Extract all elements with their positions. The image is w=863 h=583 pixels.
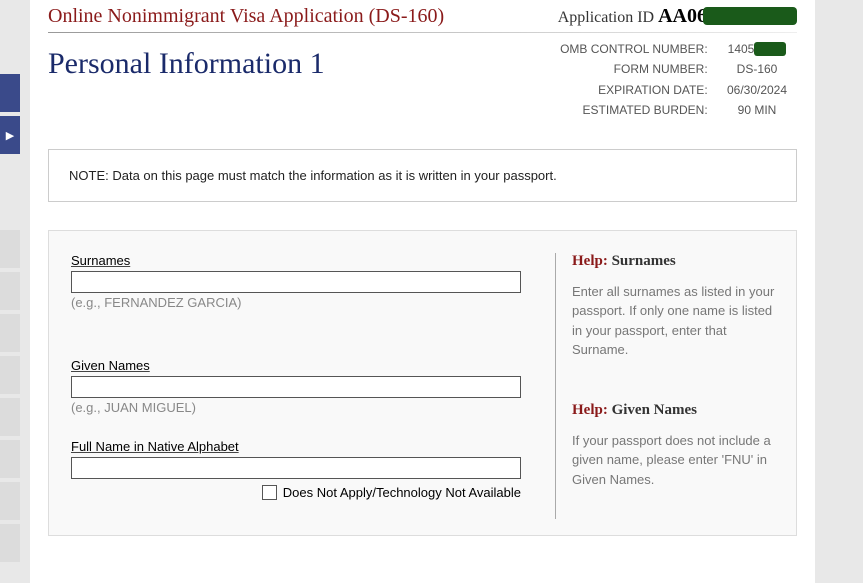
note-box: NOTE: Data on this page must match the i… bbox=[48, 149, 797, 202]
sidebar-tab[interactable] bbox=[0, 356, 20, 394]
form-metadata: OMB CONTROL NUMBER: 1405 FORM NUMBER: DS… bbox=[538, 39, 797, 121]
redaction-block bbox=[703, 7, 797, 25]
native-name-label: Full Name in Native Alphabet bbox=[71, 439, 539, 454]
surnames-label: Surnames bbox=[71, 253, 539, 268]
help-text-surnames: Enter all surnames as listed in your pas… bbox=[572, 282, 780, 360]
surnames-input[interactable] bbox=[71, 271, 521, 293]
given-names-hint: (e.g., JUAN MIGUEL) bbox=[71, 400, 539, 415]
sidebar-tab[interactable] bbox=[0, 272, 20, 310]
does-not-apply-label: Does Not Apply/Technology Not Available bbox=[283, 485, 521, 500]
section-title: Personal Information 1 bbox=[48, 39, 325, 81]
sidebar-tab[interactable] bbox=[0, 230, 20, 268]
help-heading-surnames: Help: Surnames bbox=[572, 253, 780, 270]
omb-value: 1405 bbox=[717, 39, 797, 59]
sidebar-tab[interactable] bbox=[0, 314, 20, 352]
sidebar-tab-arrow[interactable]: ▶ bbox=[0, 116, 20, 154]
omb-label: OMB CONTROL NUMBER: bbox=[538, 39, 708, 59]
divider bbox=[48, 32, 797, 33]
help-text-given: If your passport does not include a give… bbox=[572, 431, 780, 490]
help-heading-given: Help: Given Names bbox=[572, 402, 780, 419]
form-number-value: DS-160 bbox=[717, 59, 797, 79]
form-number-label: FORM NUMBER: bbox=[538, 59, 708, 79]
application-id-label: Application ID bbox=[558, 9, 654, 26]
sidebar-tab[interactable] bbox=[0, 482, 20, 520]
application-id: Application ID AA06 bbox=[558, 4, 797, 28]
does-not-apply-checkbox[interactable] bbox=[262, 485, 277, 500]
sidebar-tab[interactable] bbox=[0, 398, 20, 436]
redaction-block bbox=[754, 42, 786, 56]
burden-value: 90 MIN bbox=[717, 100, 797, 120]
app-title: Online Nonimmigrant Visa Application (DS… bbox=[48, 5, 444, 28]
application-id-value: AA06 bbox=[658, 5, 707, 27]
native-name-input[interactable] bbox=[71, 457, 521, 479]
given-names-input[interactable] bbox=[71, 376, 521, 398]
sidebar-tab[interactable] bbox=[0, 74, 20, 112]
chevron-right-icon: ▶ bbox=[6, 129, 14, 142]
sidebar-tab[interactable] bbox=[0, 524, 20, 562]
given-names-label: Given Names bbox=[71, 358, 539, 373]
expiration-value: 06/30/2024 bbox=[717, 80, 797, 100]
burden-label: ESTIMATED BURDEN: bbox=[538, 100, 708, 120]
sidebar-tab[interactable] bbox=[0, 440, 20, 478]
expiration-label: EXPIRATION DATE: bbox=[538, 80, 708, 100]
right-gutter bbox=[815, 0, 863, 583]
surnames-hint: (e.g., FERNANDEZ GARCIA) bbox=[71, 295, 539, 310]
form-area: Surnames (e.g., FERNANDEZ GARCIA) Given … bbox=[48, 230, 797, 537]
